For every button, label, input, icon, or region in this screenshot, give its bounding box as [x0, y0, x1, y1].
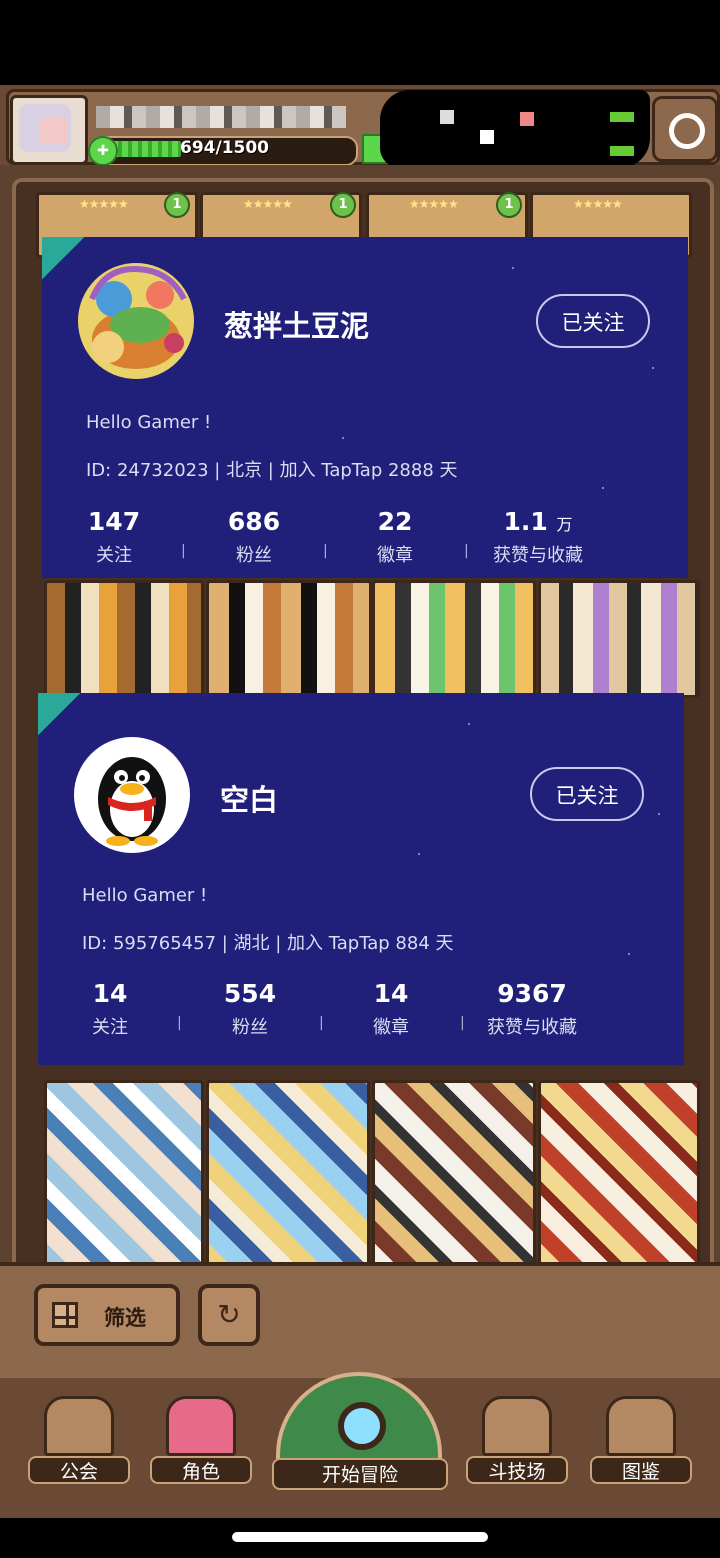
profile-avatar[interactable]: [74, 259, 198, 383]
stat-likes-count: 1.1 万: [478, 507, 598, 536]
nav-codex[interactable]: 图鉴: [590, 1396, 694, 1492]
pixel-block: [480, 130, 494, 144]
energy-bar-fill: [112, 141, 181, 157]
star-dot: [512, 267, 514, 269]
clover-icon: ✚: [88, 136, 118, 166]
stat-value: 14: [373, 979, 409, 1008]
pixel-block: [440, 110, 454, 124]
magnifier-icon: [338, 1402, 386, 1450]
filter-button[interactable]: 筛选: [34, 1284, 180, 1346]
stat-following-label: 关注: [96, 545, 132, 566]
follow-button[interactable]: 已关注: [536, 294, 650, 348]
refresh-button[interactable]: ↻: [198, 1284, 260, 1346]
profile-avatar[interactable]: [72, 735, 192, 855]
profile-bio: Hello Gamer !: [86, 412, 212, 433]
stat-unit: 万: [556, 515, 573, 534]
profile-meta: ID: 595765457 | 湖北 | 加入 TapTap 884 天: [82, 933, 454, 954]
penguin-avatar-icon: [74, 737, 190, 853]
follow-button[interactable]: 已关注: [530, 767, 644, 821]
energy-text: 694/1500: [180, 138, 270, 158]
pixel-block: [610, 112, 634, 122]
profile-name: 空白: [220, 783, 279, 817]
stat-value: 22: [377, 507, 413, 536]
stat-likes-label: 获赞与收藏: [493, 545, 583, 566]
guild-building-icon: [44, 1396, 114, 1456]
stat-value: 14: [92, 979, 128, 1008]
profile-name: 葱拌土豆泥: [224, 309, 370, 343]
level-badge: 1: [330, 192, 356, 218]
character-card[interactable]: [372, 1080, 536, 1272]
nav-character-label: 角色: [150, 1456, 252, 1484]
stat-value: 147: [87, 507, 141, 536]
stat-badges-count: 22: [335, 507, 455, 536]
stat-value: 686: [227, 507, 281, 536]
star-rating: ★★★★★: [79, 197, 129, 211]
player-avatar[interactable]: [10, 95, 88, 165]
stat-following-count: 147: [54, 507, 174, 536]
settings-button[interactable]: [652, 96, 718, 162]
stat-following-label: 关注: [92, 1017, 128, 1038]
character-head-icon: [166, 1396, 236, 1456]
star-dot: [342, 437, 344, 439]
game-art-avatar-icon: [78, 263, 194, 379]
star-rating: ★★★★★: [573, 197, 623, 211]
pixel-block: [520, 112, 534, 126]
character-card[interactable]: [206, 580, 372, 698]
level-badge: 1: [496, 192, 522, 218]
nav-character[interactable]: 角色: [150, 1396, 254, 1492]
profile-bio: Hello Gamer !: [82, 885, 208, 906]
nav-guild-label: 公会: [28, 1456, 130, 1484]
nav-arena[interactable]: 斗技场: [466, 1396, 570, 1492]
grid-icon: [52, 1302, 78, 1328]
refresh-icon: ↻: [217, 1298, 241, 1331]
star-dot: [628, 953, 630, 955]
star-dot: [658, 813, 660, 815]
stat-value: 1.1: [503, 507, 548, 536]
stat-value: 9367: [497, 979, 567, 1008]
stat-badges-label: 徽章: [373, 1017, 409, 1038]
stat-following-count: 14: [50, 979, 170, 1008]
profile-card: 葱拌土豆泥 已关注 Hello Gamer ! ID: 24732023 | 北…: [42, 237, 688, 578]
character-card[interactable]: [44, 580, 204, 698]
star-rating: ★★★★★: [243, 197, 293, 211]
character-card[interactable]: [372, 580, 536, 698]
stat-badges-label: 徽章: [377, 545, 413, 566]
nav-adventure-label[interactable]: 开始冒险: [272, 1458, 448, 1490]
character-card[interactable]: [206, 1080, 370, 1272]
stat-followers-count: 686: [194, 507, 314, 536]
redacted-region: [380, 90, 650, 168]
star-dot: [602, 487, 604, 489]
corner-accent: [38, 693, 81, 736]
stat-likes-count: 9367: [472, 979, 592, 1008]
stat-followers-label: 粉丝: [236, 545, 272, 566]
stat-badges-count: 14: [331, 979, 451, 1008]
profile-meta: ID: 24732023 | 北京 | 加入 TapTap 2888 天: [86, 460, 458, 481]
nav-codex-label: 图鉴: [590, 1456, 692, 1484]
star-dot: [652, 367, 654, 369]
stat-followers-label: 粉丝: [232, 1017, 268, 1038]
nav-arena-label: 斗技场: [466, 1456, 568, 1484]
pixel-block: [610, 146, 634, 156]
profile-card: 空白 已关注 Hello Gamer ! ID: 595765457 | 湖北 …: [38, 693, 684, 1065]
stat-value: 554: [223, 979, 277, 1008]
nav-guild[interactable]: 公会: [28, 1396, 132, 1492]
crossed-swords-icon: [482, 1396, 552, 1456]
level-badge: 1: [164, 192, 190, 218]
gear-icon: [669, 113, 705, 149]
home-indicator[interactable]: [232, 1532, 488, 1542]
stat-followers-count: 554: [190, 979, 310, 1008]
book-icon: [606, 1396, 676, 1456]
star-dot: [418, 853, 420, 855]
filter-label: 筛选: [104, 1306, 146, 1330]
character-card[interactable]: [538, 580, 700, 698]
character-card[interactable]: [44, 1080, 204, 1272]
star-rating: ★★★★★: [409, 197, 459, 211]
player-name-redacted: [96, 106, 346, 128]
stat-likes-label: 获赞与收藏: [487, 1017, 577, 1038]
avatar-face: [39, 118, 67, 144]
star-dot: [468, 723, 470, 725]
character-card[interactable]: [538, 1080, 700, 1272]
